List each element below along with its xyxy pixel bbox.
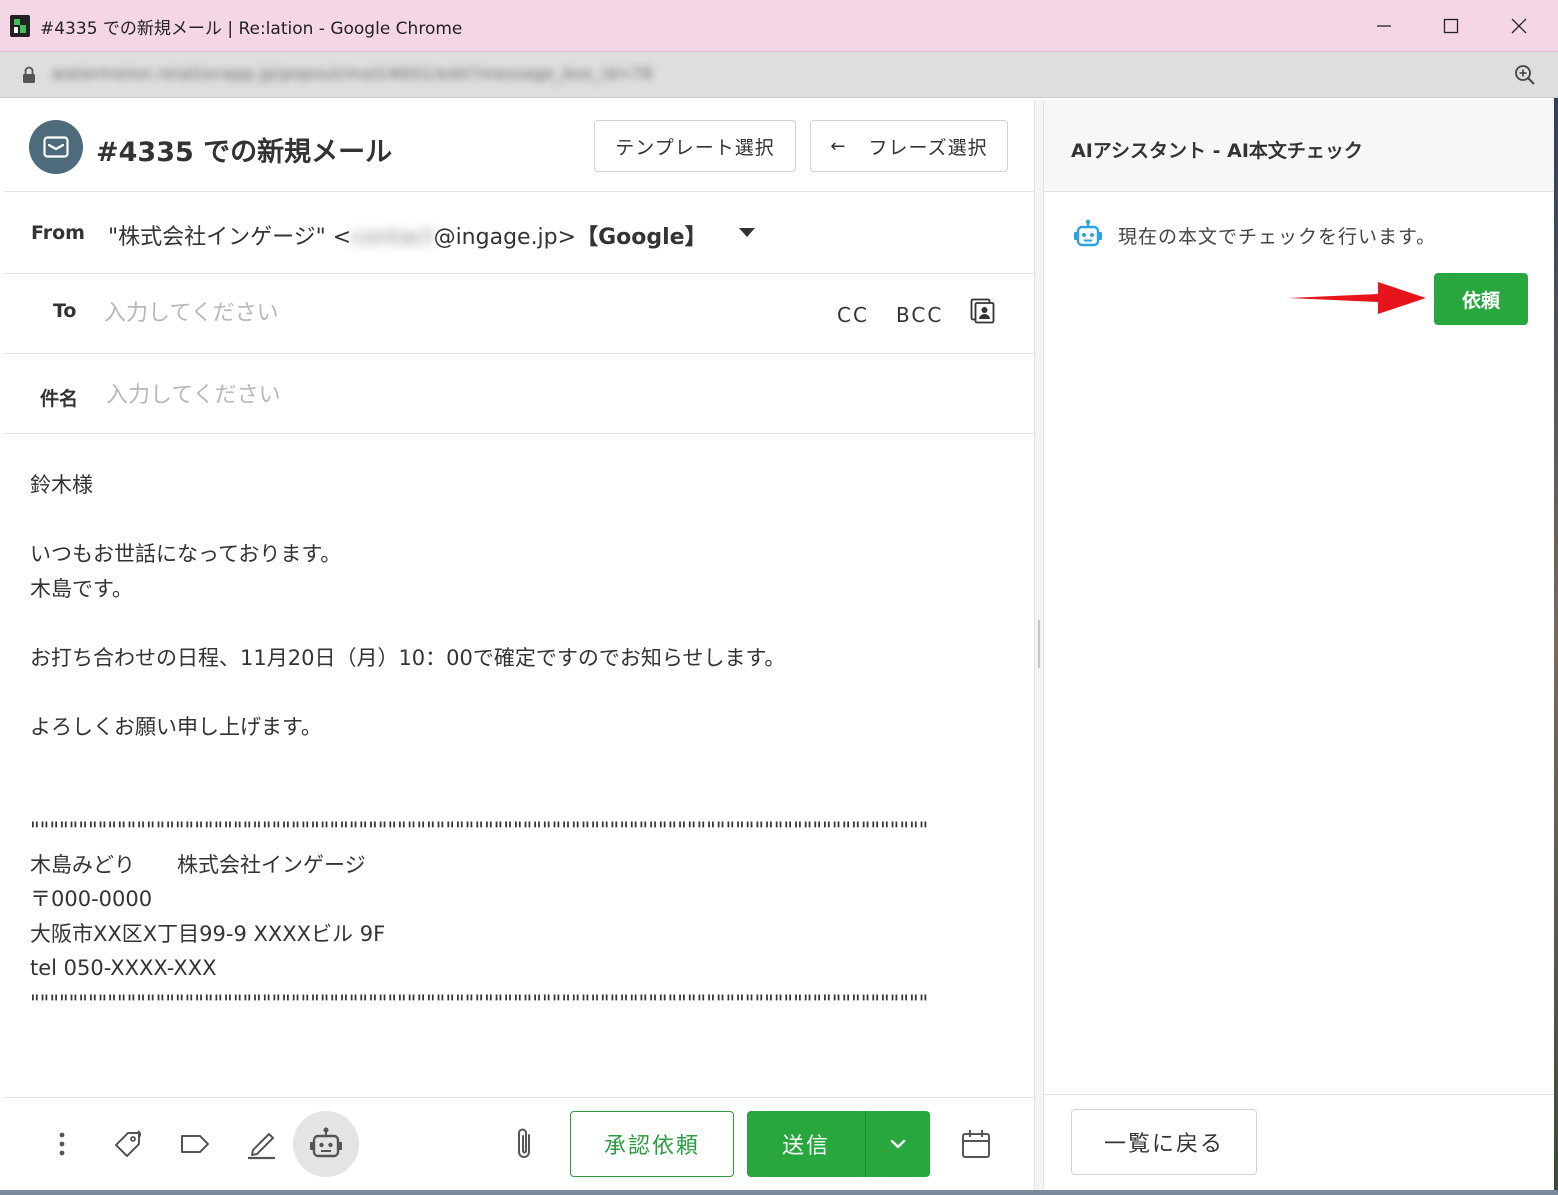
phrase-select-button[interactable]: ← フレーズ選択 bbox=[810, 120, 1008, 172]
mail-body-editor[interactable]: 鈴木様 いつもお世話になっております。 木島です。 お打ち合わせの日程、11月2… bbox=[30, 468, 990, 1020]
ai-assistant-button[interactable] bbox=[293, 1111, 359, 1177]
label-icon bbox=[181, 1135, 209, 1153]
caret-down-icon[interactable] bbox=[739, 228, 755, 237]
address-bar[interactable]: watermelon.relationapp.jp/popout/mail/46… bbox=[0, 52, 1558, 98]
more-vertical-icon bbox=[59, 1132, 65, 1156]
robot-icon bbox=[1074, 219, 1102, 247]
ai-request-button[interactable]: 依頼 bbox=[1434, 273, 1528, 325]
approval-request-label: 承認依頼 bbox=[603, 1134, 700, 1159]
close-button[interactable] bbox=[1495, 10, 1543, 42]
schedule-send-button[interactable] bbox=[956, 1124, 996, 1164]
arrow-left-icon: ← bbox=[830, 135, 847, 157]
calendar-icon bbox=[962, 1130, 990, 1158]
ai-panel-footer: 一覧に戻る bbox=[1044, 1094, 1554, 1190]
panel-splitter[interactable] bbox=[1034, 100, 1044, 1190]
from-name: "株式会社インゲージ" < bbox=[108, 225, 352, 250]
zoom-icon[interactable] bbox=[1514, 64, 1536, 86]
template-select-button[interactable]: テンプレート選択 bbox=[594, 120, 796, 172]
compose-panel: #4335 での新規メール テンプレート選択 ← フレーズ選択 From "株式… bbox=[4, 100, 1034, 1190]
compose-header: #4335 での新規メール テンプレート選択 ← フレーズ選択 bbox=[4, 100, 1034, 192]
minimize-icon bbox=[1377, 25, 1391, 27]
from-row: From "株式会社インゲージ" <contact@ingage.jp>【Goo… bbox=[4, 192, 1034, 274]
subject-input[interactable] bbox=[106, 378, 806, 412]
paperclip-icon bbox=[518, 1128, 530, 1158]
maximize-button[interactable] bbox=[1427, 10, 1475, 42]
to-label: To bbox=[53, 300, 77, 322]
desktop-background-edge bbox=[1554, 98, 1558, 1195]
mail-avatar bbox=[29, 120, 83, 174]
minimize-button[interactable] bbox=[1360, 10, 1408, 42]
to-row: To CC BCC bbox=[4, 274, 1034, 354]
mail-icon bbox=[43, 136, 69, 158]
from-label: From bbox=[31, 222, 85, 244]
signature-pen-icon bbox=[248, 1133, 275, 1160]
tag-icon bbox=[115, 1130, 142, 1157]
send-button[interactable]: 送信 bbox=[747, 1111, 865, 1177]
subject-label: 件名 bbox=[40, 388, 79, 410]
maximize-icon bbox=[1443, 18, 1459, 34]
bcc-button[interactable]: BCC bbox=[896, 303, 943, 327]
ai-assistant-panel: AIアシスタント - AI本文チェック 現在の本文でチェックを行います。 依頼 … bbox=[1044, 100, 1554, 1190]
from-domain: @ingage.jp> bbox=[433, 225, 577, 250]
send-options-button[interactable] bbox=[865, 1111, 930, 1177]
window-titlebar: #4335 での新規メール | Re:lation - Google Chrom… bbox=[0, 0, 1558, 52]
ai-panel-header: AIアシスタント - AI本文チェック bbox=[1044, 100, 1554, 192]
compose-toolbar: 承認依頼 送信 bbox=[4, 1097, 1034, 1190]
window-title: #4335 での新規メール | Re:lation - Google Chrom… bbox=[40, 19, 463, 39]
back-to-list-button[interactable]: 一覧に戻る bbox=[1071, 1109, 1257, 1175]
tag-button[interactable] bbox=[108, 1124, 148, 1164]
desktop-background-bottom bbox=[0, 1190, 1558, 1195]
to-input[interactable] bbox=[104, 296, 804, 330]
address-book-icon[interactable] bbox=[970, 298, 996, 324]
cc-button[interactable]: CC bbox=[837, 303, 869, 327]
red-arrow bbox=[1288, 282, 1426, 314]
more-options-button[interactable] bbox=[42, 1124, 82, 1164]
page-title: #4335 での新規メール bbox=[96, 137, 393, 168]
lock-icon bbox=[23, 66, 35, 83]
close-icon bbox=[1511, 18, 1527, 34]
signature-button[interactable] bbox=[241, 1124, 281, 1164]
splitter-grip[interactable] bbox=[1038, 620, 1040, 668]
subject-row: 件名 bbox=[4, 354, 1034, 434]
approval-request-button[interactable]: 承認依頼 bbox=[570, 1111, 734, 1177]
chevron-down-icon bbox=[890, 1139, 906, 1149]
attach-button[interactable] bbox=[504, 1124, 544, 1164]
template-select-label: テンプレート選択 bbox=[615, 136, 775, 159]
from-account: 【Google】 bbox=[576, 225, 707, 250]
ai-panel-title: AIアシスタント - AI本文チェック bbox=[1071, 140, 1363, 162]
ai-check-message: 現在の本文でチェックを行います。 bbox=[1118, 226, 1437, 248]
robot-icon bbox=[310, 1127, 342, 1158]
ai-request-label: 依頼 bbox=[1461, 289, 1500, 312]
url-text[interactable]: watermelon.relationapp.jp/popout/mail/46… bbox=[52, 64, 653, 83]
label-button[interactable] bbox=[175, 1124, 215, 1164]
from-select[interactable]: "株式会社インゲージ" <contact@ingage.jp>【Google】 bbox=[108, 219, 707, 251]
send-label: 送信 bbox=[781, 1134, 830, 1159]
phrase-select-label: フレーズ選択 bbox=[868, 136, 988, 159]
relation-app-icon bbox=[10, 15, 30, 37]
back-to-list-label: 一覧に戻る bbox=[1103, 1132, 1224, 1157]
from-local-part: contact bbox=[351, 225, 434, 250]
